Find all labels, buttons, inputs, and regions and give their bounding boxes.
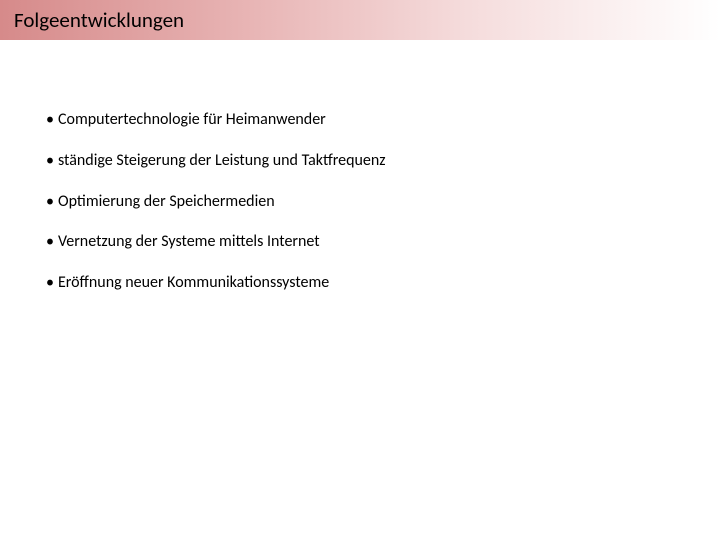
bullet-icon: • [46,232,54,253]
bullet-text: Eröffnung neuer Kommunikationssysteme [58,273,329,292]
bullet-text: Vernetzung der Systeme mittels Internet [58,232,320,251]
content-area: •Computertechnologie für Heimanwender •s… [0,40,720,294]
bullet-text: Optimierung der Speichermedien [58,192,275,211]
bullet-text: Computertechnologie für Heimanwender [58,110,326,129]
bullet-icon: • [46,110,54,131]
bullet-icon: • [46,151,54,172]
bullet-icon: • [46,273,54,294]
list-item: •Optimierung der Speichermedien [46,192,720,213]
list-item: •ständige Steigerung der Leistung und Ta… [46,151,720,172]
title-bar: Folgeentwicklungen [0,0,720,40]
slide-title: Folgeentwicklungen [14,7,184,33]
list-item: •Vernetzung der Systeme mittels Internet [46,232,720,253]
bullet-icon: • [46,192,54,213]
bullet-text: ständige Steigerung der Leistung und Tak… [58,151,386,170]
list-item: •Eröffnung neuer Kommunikationssysteme [46,273,720,294]
list-item: •Computertechnologie für Heimanwender [46,110,720,131]
